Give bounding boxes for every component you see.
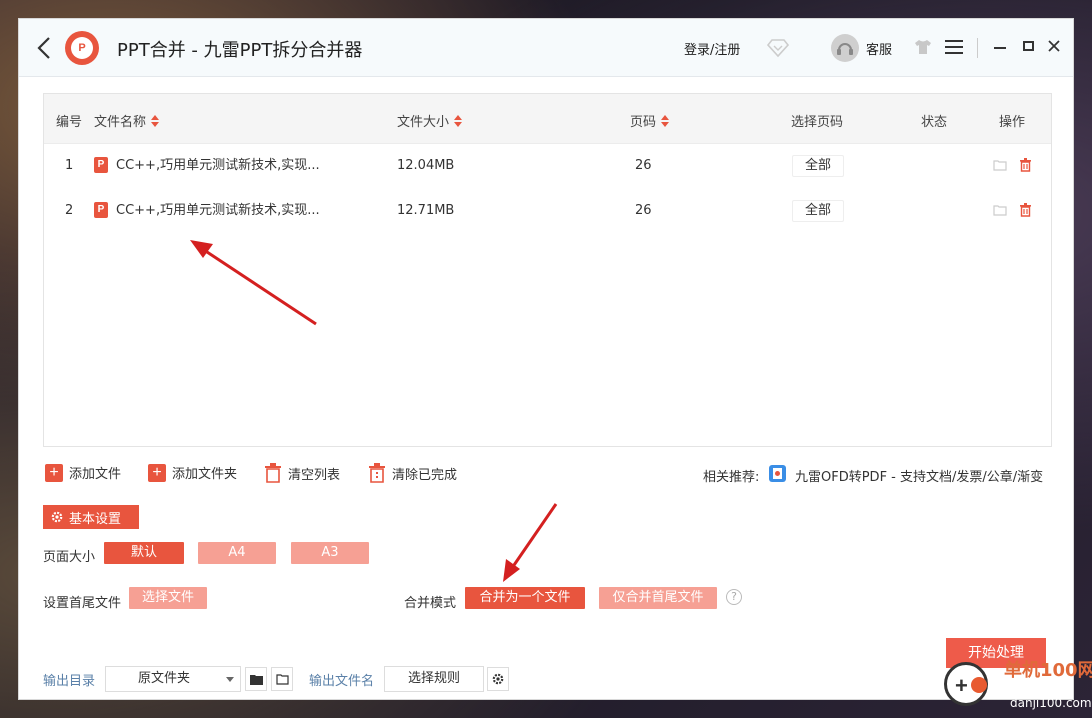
output-dir-value: 原文件夹	[138, 671, 191, 686]
delete-icon[interactable]	[1019, 203, 1032, 217]
head-tail-file-label: 设置首尾文件	[43, 596, 122, 611]
close-icon[interactable]	[1047, 39, 1061, 53]
page-size-label: 页面大小	[43, 550, 96, 565]
folder-icon	[249, 674, 263, 685]
page-size-a4-button[interactable]: A4	[198, 542, 276, 564]
header-pages[interactable]: 页码	[630, 111, 670, 130]
ppt-file-icon: P	[94, 157, 108, 173]
app-window: P PPT合并 - 九雷PPT拆分合并器 登录/注册 客服 编号 文件名称 文件…	[18, 18, 1074, 700]
trash-icon	[369, 463, 385, 483]
header-size[interactable]: 文件大小	[397, 111, 463, 130]
row-index: 1	[65, 158, 74, 173]
header-filename-label: 文件名称	[94, 115, 147, 130]
menu-icon[interactable]	[945, 40, 963, 54]
titlebar: P PPT合并 - 九雷PPT拆分合并器 登录/注册 客服	[19, 19, 1073, 77]
clear-list-label: 清空列表	[288, 467, 341, 483]
header-actions-label: 操作	[999, 115, 1026, 130]
customer-service-link[interactable]: 客服	[866, 39, 892, 58]
gear-icon	[51, 511, 63, 523]
sort-icon[interactable]	[453, 114, 463, 128]
page-size-default-button[interactable]: 默认	[104, 542, 184, 564]
trash-icon	[265, 463, 281, 483]
clear-done-label: 清除已完成	[392, 467, 458, 483]
headset-icon	[837, 43, 853, 55]
app-logo-text: P	[78, 42, 86, 54]
titlebar-divider	[977, 38, 978, 58]
merge-mode-label: 合并模式	[404, 596, 457, 611]
browse-folder-button[interactable]	[245, 667, 267, 691]
output-filename-label: 输出文件名	[309, 674, 375, 689]
watermark-url: danji100.com	[1010, 696, 1092, 710]
login-register-link[interactable]: 登录/注册	[684, 39, 740, 58]
watermark-brand: 单机100网	[1004, 660, 1092, 681]
header-status-label: 状态	[921, 115, 948, 130]
row-pages: 26	[635, 158, 652, 173]
skin-shirt-icon[interactable]	[914, 39, 932, 55]
chevron-down-icon	[226, 677, 234, 682]
app-logo: P	[65, 31, 99, 65]
vip-diamond-icon[interactable]	[767, 38, 789, 58]
add-folder-button[interactable]: + 添加文件夹	[148, 463, 237, 482]
merge-into-one-button[interactable]: 合并为一个文件	[465, 587, 585, 609]
file-table: 编号 文件名称 文件大小 页码 选择页码 状态 操作 1 P CC++,巧用单元…	[43, 93, 1052, 447]
watermark-logo-icon: +	[944, 662, 988, 706]
open-folder-icon[interactable]	[993, 159, 1007, 171]
merge-head-tail-button[interactable]: 仅合并首尾文件	[599, 587, 717, 609]
recommend-link[interactable]: 九雷OFD转PDF - 支持文档/发票/公章/渐变	[795, 466, 1043, 485]
row-pages: 26	[635, 203, 652, 218]
header-select-pages-label: 选择页码	[791, 115, 844, 130]
add-file-button[interactable]: + 添加文件	[45, 463, 121, 482]
output-dir-select[interactable]: 原文件夹	[105, 666, 241, 692]
header-size-label: 文件大小	[397, 115, 450, 130]
clear-done-button[interactable]: 清除已完成	[368, 463, 457, 483]
recommend-label: 相关推荐:	[703, 470, 760, 485]
plus-icon: +	[148, 463, 166, 482]
app-title: PPT合并 - 九雷PPT拆分合并器	[117, 40, 363, 61]
plus-icon: +	[45, 463, 63, 482]
help-icon[interactable]: ?	[726, 589, 742, 605]
minimize-icon[interactable]	[994, 47, 1006, 49]
open-output-folder-button[interactable]	[271, 667, 293, 691]
rule-settings-button[interactable]	[487, 667, 509, 691]
row-index: 2	[65, 203, 74, 218]
row-filename: CC++,巧用单元测试新技术,实现...	[116, 158, 320, 173]
avatar[interactable]	[831, 34, 859, 62]
row-filename: CC++,巧用单元测试新技术,实现...	[116, 203, 320, 218]
header-select-pages: 选择页码	[791, 111, 843, 130]
add-file-label: 添加文件	[69, 467, 122, 482]
header-index: 编号	[56, 111, 82, 130]
clear-list-button[interactable]: 清空列表	[264, 463, 340, 483]
choose-file-button[interactable]: 选择文件	[129, 587, 207, 609]
basic-settings-label: 基本设置	[69, 511, 122, 527]
gear-icon	[492, 673, 504, 685]
select-pages-input[interactable]: 全部	[792, 155, 844, 177]
header-index-label: 编号	[56, 115, 83, 130]
page-size-a3-button[interactable]: A3	[291, 542, 369, 564]
header-status: 状态	[921, 111, 947, 130]
table-row[interactable]: 1 P CC++,巧用单元测试新技术,实现... 12.04MB 26 全部	[44, 144, 1051, 188]
table-row[interactable]: 2 P CC++,巧用单元测试新技术,实现... 12.71MB 26 全部	[44, 189, 1051, 233]
header-pages-label: 页码	[630, 115, 657, 130]
add-folder-label: 添加文件夹	[172, 467, 238, 482]
sort-icon[interactable]	[150, 114, 160, 128]
basic-settings-tag: 基本设置	[43, 505, 139, 529]
select-pages-input[interactable]: 全部	[792, 200, 844, 222]
maximize-icon[interactable]	[1023, 41, 1034, 51]
open-folder-icon[interactable]	[993, 204, 1007, 216]
header-actions: 操作	[999, 111, 1025, 130]
header-filename[interactable]: 文件名称	[94, 111, 160, 130]
sort-icon[interactable]	[660, 114, 670, 128]
ppt-file-icon: P	[94, 202, 108, 218]
open-folder-icon	[275, 673, 289, 685]
row-size: 12.71MB	[397, 203, 455, 218]
watermark: + 单机100网 danji100.com	[944, 656, 1092, 718]
row-size: 12.04MB	[397, 158, 455, 173]
action-bar: + 添加文件 + 添加文件夹 清空列表 清除已完成 相关推荐: 九雷OFD转PD…	[43, 463, 1052, 489]
back-arrow-icon[interactable]	[35, 36, 53, 60]
delete-icon[interactable]	[1019, 158, 1032, 172]
ofd-app-icon	[769, 465, 786, 482]
output-dir-label: 输出目录	[43, 674, 96, 689]
select-rule-button[interactable]: 选择规则	[384, 666, 484, 692]
table-header: 编号 文件名称 文件大小 页码 选择页码 状态 操作	[44, 94, 1051, 144]
